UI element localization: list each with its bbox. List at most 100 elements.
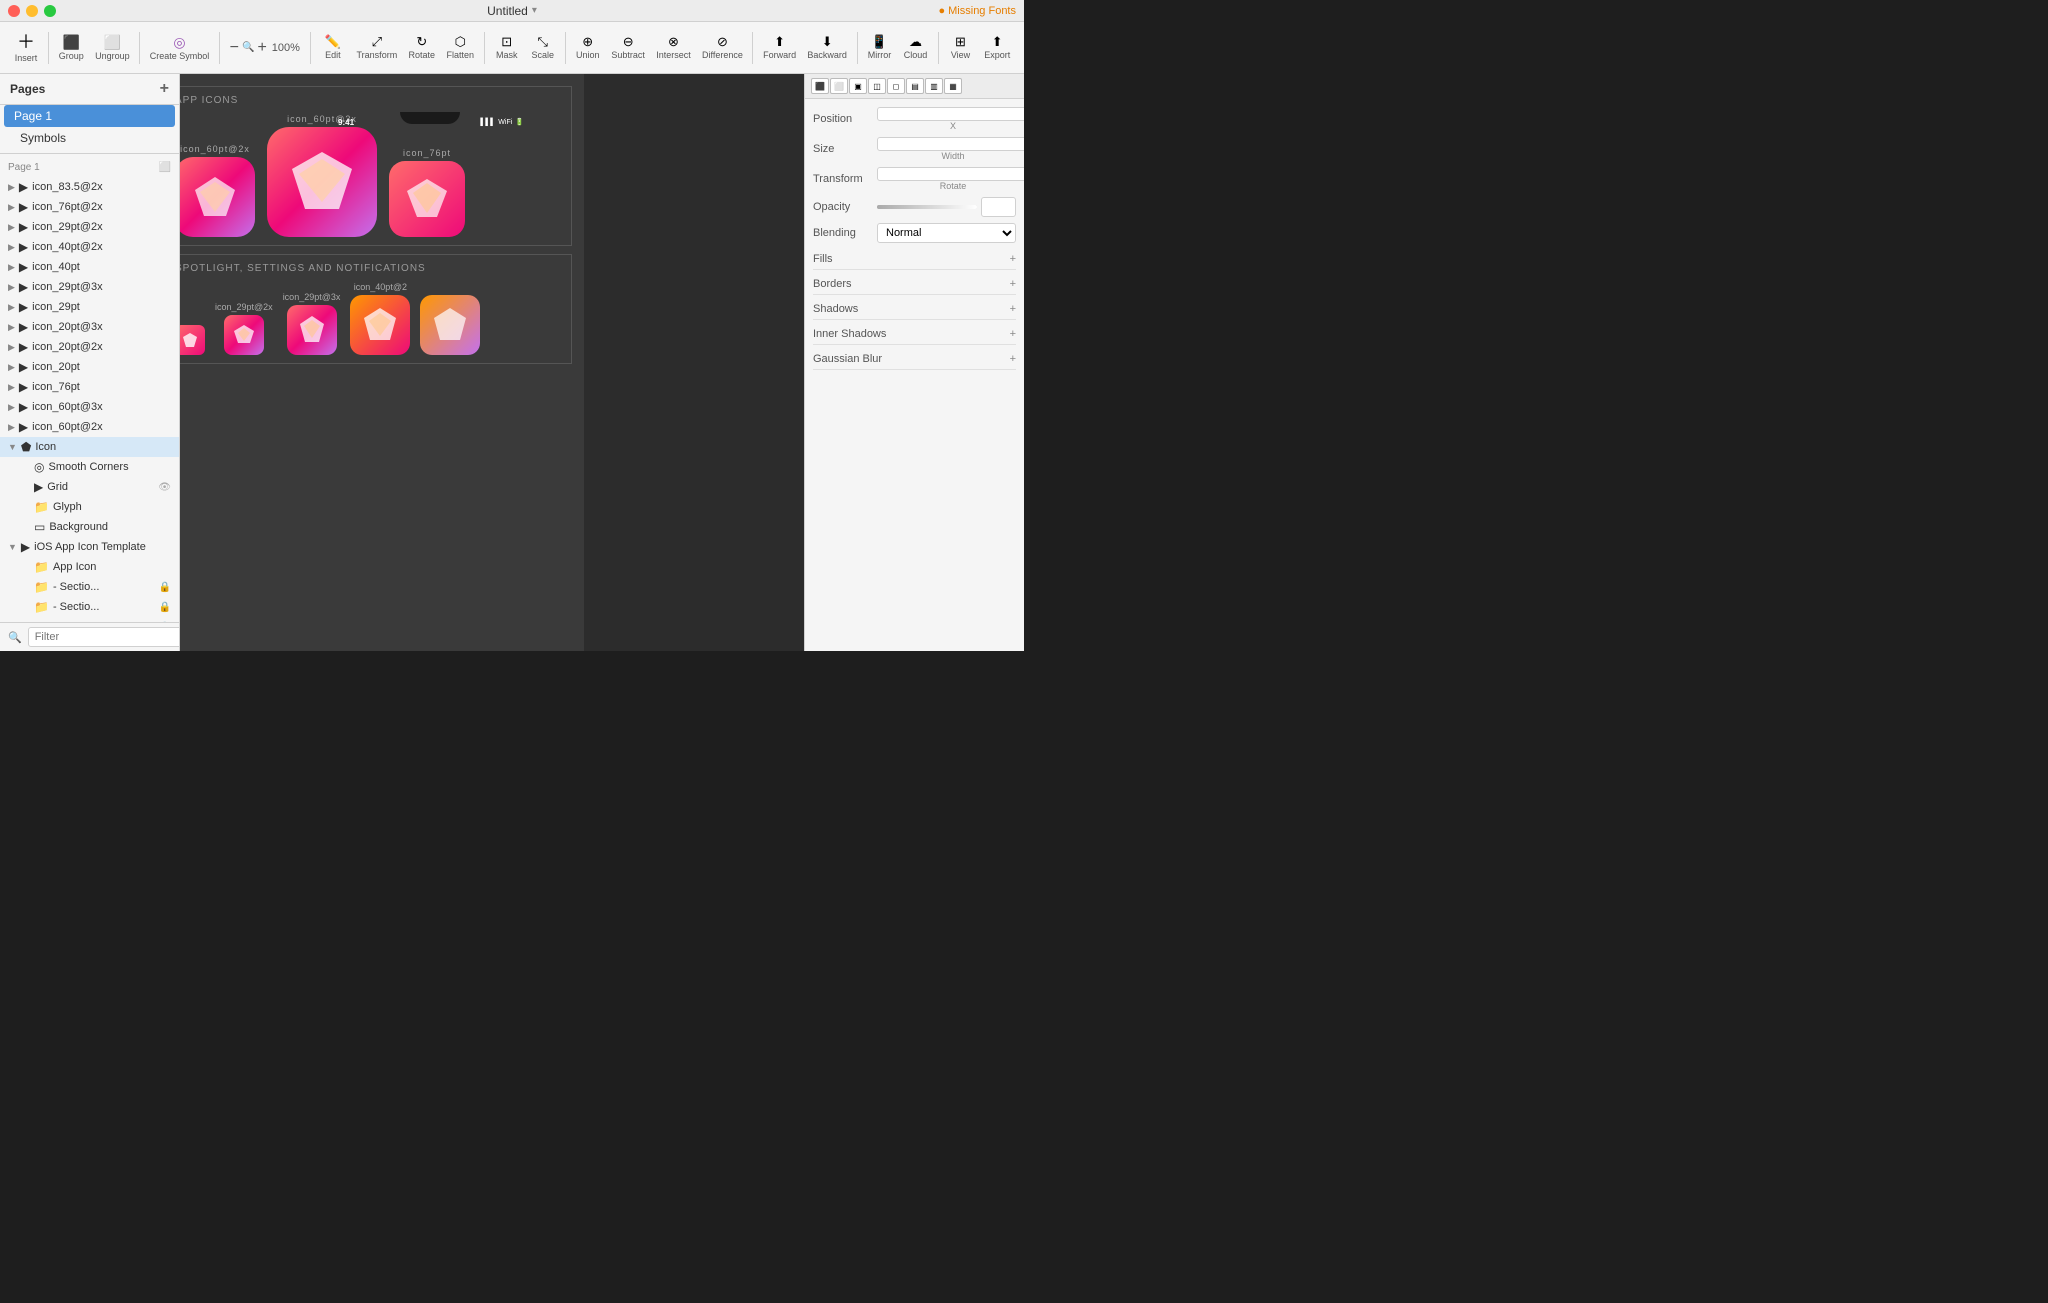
zoom-out-button[interactable]: − xyxy=(230,39,239,57)
layer-item[interactable]: ▼⬟Icon xyxy=(0,437,179,457)
icon-60pt-3x: icon_60pt@3x xyxy=(267,114,377,237)
forward-icon: ⬆ xyxy=(774,35,785,48)
ungroup-button[interactable]: ⬜ Ungroup xyxy=(90,31,136,65)
close-button[interactable] xyxy=(8,5,20,17)
cloud-icon: ☁ xyxy=(909,35,922,48)
union-button[interactable]: ⊕ Union xyxy=(570,31,606,64)
add-fill-button[interactable]: + xyxy=(1010,253,1016,265)
blending-label: Blending xyxy=(813,227,873,239)
opacity-slider[interactable] xyxy=(877,205,977,209)
page-item-page1[interactable]: Page 1 xyxy=(4,105,175,127)
fills-section: Fills + xyxy=(813,249,1016,270)
search-icon: 🔍 xyxy=(8,631,22,644)
layer-item[interactable]: ▶▶icon_20pt@2x xyxy=(0,337,179,357)
opacity-input[interactable] xyxy=(981,197,1016,217)
layer-item[interactable]: ▶▶icon_40pt xyxy=(0,257,179,277)
align-center-v-button[interactable]: ◻ xyxy=(887,78,905,94)
layer-item[interactable]: ▶▶icon_29pt xyxy=(0,297,179,317)
align-top-button[interactable]: ◫ xyxy=(868,78,886,94)
canvas[interactable]: 9:41 ▌▌▌ WiFi 🔋 ✉ Mail xyxy=(180,74,804,651)
layer-item[interactable]: ▶▶icon_29pt@3x xyxy=(0,277,179,297)
x-input[interactable] xyxy=(877,107,1024,121)
zoom-in-button[interactable]: + xyxy=(257,39,266,57)
rotate-button[interactable]: ↻ Rotate xyxy=(403,31,441,64)
align-left-button[interactable]: ⬛ xyxy=(811,78,829,94)
layer-item[interactable]: ▶▶icon_29pt@2x xyxy=(0,217,179,237)
app-icons-section: APP ICONS icon_60pt@2x icon_60pt@3x xyxy=(180,86,572,246)
layer-item[interactable]: 📁App Icon xyxy=(0,557,179,577)
battery-icon: 🔋 xyxy=(515,118,524,126)
blending-select[interactable]: Normal xyxy=(877,223,1016,243)
right-panel-body: Position X Y Size xyxy=(805,99,1024,651)
mask-icon: ⊡ xyxy=(501,35,512,48)
maximize-button[interactable] xyxy=(44,5,56,17)
difference-icon: ⊘ xyxy=(717,35,728,48)
rotate-input[interactable] xyxy=(877,167,1024,181)
layer-item[interactable]: ▶▶icon_76pt xyxy=(0,377,179,397)
flatten-button[interactable]: ⬡ Flatten xyxy=(441,31,480,64)
align-right-button[interactable]: ▣ xyxy=(849,78,867,94)
add-shadow-button[interactable]: + xyxy=(1010,303,1016,315)
zoom-search-icon[interactable]: 🔍 xyxy=(242,42,254,53)
insert-button[interactable]: ＋ Insert xyxy=(8,29,44,67)
align-center-h-button[interactable]: ⬜ xyxy=(830,78,848,94)
backward-button[interactable]: ⬇ Backward xyxy=(802,31,853,64)
add-blur-button[interactable]: + xyxy=(1010,353,1016,365)
eye-icon[interactable]: 👁 xyxy=(158,482,171,493)
distribute-h-button[interactable]: ▥ xyxy=(925,78,943,94)
icon-60pt-2x: icon_60pt@2x xyxy=(180,144,255,237)
mirror-button[interactable]: 📱 Mirror xyxy=(862,31,898,64)
layer-item[interactable]: ◎Smooth Corners xyxy=(0,457,179,477)
mask-button[interactable]: ⊡ Mask xyxy=(489,31,525,64)
forward-button[interactable]: ⬆ Forward xyxy=(757,31,801,64)
distribute-v-button[interactable]: ▦ xyxy=(944,78,962,94)
view-button[interactable]: ⊞ View xyxy=(943,31,979,64)
subtract-button[interactable]: ⊖ Subtract xyxy=(606,31,651,64)
app-icons-row: icon_60pt@2x icon_60pt@3x ic xyxy=(180,114,563,237)
layer-item[interactable]: ▶Grid👁 xyxy=(0,477,179,497)
scale-button[interactable]: ⤡ Scale xyxy=(525,31,561,64)
export-button[interactable]: ⬆ Export xyxy=(979,31,1017,64)
layer-item[interactable]: ▶▶icon_40pt@2x xyxy=(0,237,179,257)
width-input[interactable] xyxy=(877,137,1024,151)
layer-item[interactable]: 📁Glyph xyxy=(0,497,179,517)
layer-item[interactable]: ▶▶icon_83.5@2x xyxy=(0,177,179,197)
shadows-section: Shadows + xyxy=(813,299,1016,320)
collapse-icon[interactable]: ⬜ xyxy=(159,162,171,173)
edit-button[interactable]: ✏️ Edit xyxy=(315,31,351,64)
intersect-button[interactable]: ⊗ Intersect xyxy=(651,31,697,64)
scale-icon: ⤡ xyxy=(538,35,548,48)
rotate-input-group: Rotate xyxy=(877,167,1024,191)
layer-item[interactable]: ▶▶icon_20pt xyxy=(0,357,179,377)
lock-icon: 🔒 xyxy=(159,602,171,613)
missing-fonts-warning[interactable]: ● Missing Fonts xyxy=(938,5,1016,17)
layers-list[interactable]: ▶▶icon_83.5@2x▶▶icon_76pt@2x▶▶icon_29pt@… xyxy=(0,177,179,622)
filter-input[interactable] xyxy=(28,627,180,647)
align-bottom-button[interactable]: ▤ xyxy=(906,78,924,94)
transform-label: Transform xyxy=(813,173,873,185)
add-page-button[interactable]: + xyxy=(160,80,169,98)
transform-row: Transform Rotate Flip xyxy=(813,167,1016,191)
layer-item[interactable]: ▭Background xyxy=(0,517,179,537)
page-item-symbols[interactable]: Symbols xyxy=(0,127,179,149)
pages-header: Pages + xyxy=(0,74,179,105)
create-symbol-button[interactable]: ◎ Create Symbol xyxy=(144,31,214,65)
layer-item[interactable]: 📁- Sectio...🔒 xyxy=(0,577,179,597)
toolbar-divider3 xyxy=(219,32,220,64)
layer-item[interactable]: ▼▶iOS App Icon Template xyxy=(0,537,179,557)
size-label: Size xyxy=(813,143,873,155)
layer-item[interactable]: ▶▶icon_76pt@2x xyxy=(0,197,179,217)
transform-button[interactable]: ⤢ Transform xyxy=(351,31,403,64)
layer-item[interactable]: ▶▶icon_20pt@3x xyxy=(0,317,179,337)
add-inner-shadow-button[interactable]: + xyxy=(1010,328,1016,340)
add-border-button[interactable]: + xyxy=(1010,278,1016,290)
layer-item[interactable]: 📁- Sectio...🔒 xyxy=(0,597,179,617)
cloud-button[interactable]: ☁ Cloud xyxy=(898,31,934,64)
difference-button[interactable]: ⊘ Difference xyxy=(696,31,748,64)
position-inputs: X Y xyxy=(877,107,1024,131)
group-button[interactable]: ⬛ Group xyxy=(53,31,90,65)
layer-item[interactable]: ▶▶icon_60pt@3x xyxy=(0,397,179,417)
icon-29pt-2x-img xyxy=(224,315,264,355)
minimize-button[interactable] xyxy=(26,5,38,17)
layer-item[interactable]: ▶▶icon_60pt@2x xyxy=(0,417,179,437)
